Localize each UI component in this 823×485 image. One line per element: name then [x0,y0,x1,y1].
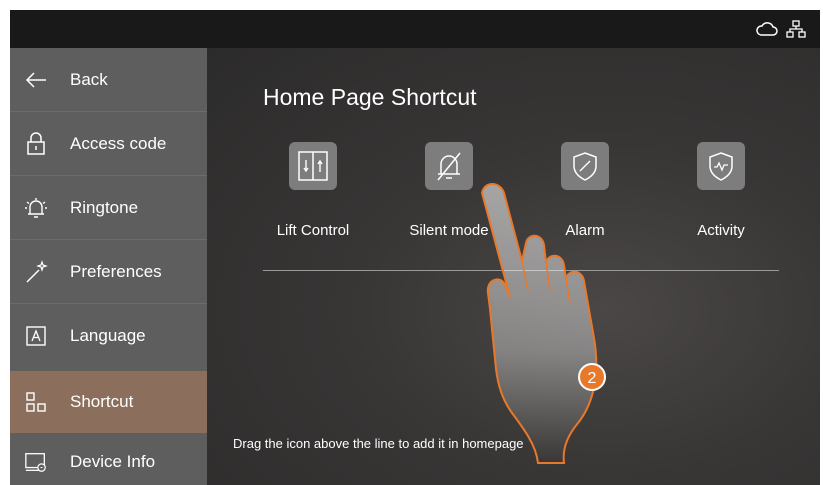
language-icon [24,324,48,348]
sidebar-item-label: Access code [70,134,167,153]
activity-shield-icon [697,142,745,190]
shortcut-label: Lift Control [276,222,350,239]
sidebar-item-label: Device Info [70,452,156,471]
sidebar-item-preferences[interactable]: Preferences [10,243,207,301]
sidebar-item-ringtone[interactable]: Ringtone [10,179,207,237]
settings-sidebar: Back Access code Ringtone Preferences La… [10,48,207,485]
sidebar-divider [10,175,207,176]
sidebar-divider [10,111,207,112]
sidebar-item-device-info[interactable]: Device Info [10,433,207,485]
tap-gesture-hand-icon: 2 [480,183,606,464]
shortcut-label: Activity [697,222,745,239]
shortcut-grid-icon [24,390,48,414]
lift-icon [289,142,337,190]
cloud-icon [756,20,778,38]
arrow-left-icon [24,68,48,92]
sidebar-item-access-code[interactable]: Access code [10,115,207,173]
sidebar-item-back[interactable]: Back [10,51,207,109]
page-title: Home Page Shortcut [263,84,477,110]
shortcut-activity[interactable]: Activity [661,142,781,252]
status-bar [10,10,820,48]
sidebar-item-label: Back [70,70,108,89]
device-screen: Back Access code Ringtone Preferences La… [10,10,820,485]
magic-wand-icon [24,260,48,284]
lock-icon [24,132,48,156]
shortcut-lift-control[interactable]: Lift Control [253,142,373,252]
network-icon [786,20,806,38]
sidebar-item-label: Ringtone [70,198,139,217]
sidebar-item-label: Preferences [70,262,162,281]
step-number: 2 [588,370,597,387]
sidebar-item-label: Shortcut [70,392,134,411]
shortcut-panel: Home Page Shortcut Lift Control Silent m… [207,48,820,485]
sidebar-divider [10,239,207,240]
sidebar-divider [10,303,207,304]
device-info-icon [24,450,48,474]
sidebar-item-shortcut[interactable]: Shortcut [10,371,207,433]
sidebar-item-language[interactable]: Language [10,307,207,365]
bell-icon [24,196,48,220]
sidebar-item-label: Language [70,326,146,345]
